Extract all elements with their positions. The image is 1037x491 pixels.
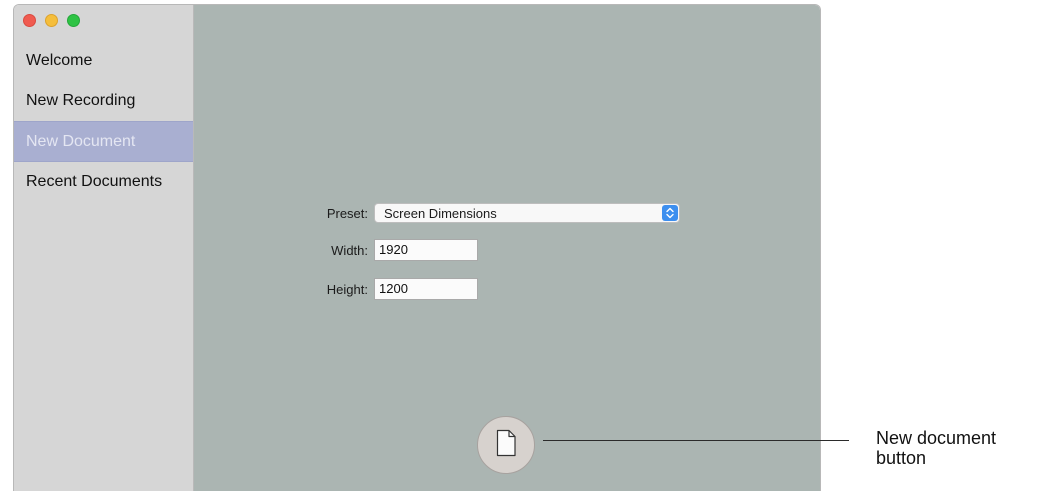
sidebar: Welcome New Recording New Document Recen… (14, 5, 194, 491)
callout-line (543, 440, 849, 441)
width-field[interactable]: 1920 (374, 239, 478, 261)
app-window: Welcome New Recording New Document Recen… (14, 5, 820, 491)
height-field[interactable]: 1200 (374, 278, 478, 300)
preset-select[interactable]: Screen Dimensions (374, 203, 680, 223)
sidebar-item-new-document[interactable]: New Document (14, 121, 193, 162)
height-label: Height: (326, 281, 368, 297)
sidebar-item-recent-documents[interactable]: Recent Documents (14, 162, 193, 202)
preset-label: Preset: (326, 205, 368, 221)
callout-label-line1: New document (876, 428, 997, 448)
sidebar-item-new-recording[interactable]: New Recording (14, 81, 193, 121)
chevron-up-down-icon (662, 205, 678, 221)
zoom-window-button[interactable] (67, 14, 80, 27)
close-window-button[interactable] (23, 14, 36, 27)
window-controls (23, 14, 80, 27)
height-row: Height: 1200 (194, 276, 478, 302)
sidebar-item-welcome[interactable]: Welcome (14, 41, 193, 81)
width-label: Width: (331, 242, 368, 258)
callout-label: New document button (876, 428, 1036, 468)
callout-label-line2: button (876, 448, 927, 468)
preset-row: Preset: Screen Dimensions (194, 200, 680, 226)
sidebar-nav: Welcome New Recording New Document Recen… (14, 41, 193, 202)
width-row: Width: 1920 (194, 237, 478, 263)
minimize-window-button[interactable] (45, 14, 58, 27)
new-document-button[interactable] (477, 416, 535, 474)
document-icon (494, 429, 518, 462)
main-panel: Preset: Screen Dimensions Width: 1920 He… (194, 5, 820, 491)
preset-select-value: Screen Dimensions (384, 205, 497, 221)
